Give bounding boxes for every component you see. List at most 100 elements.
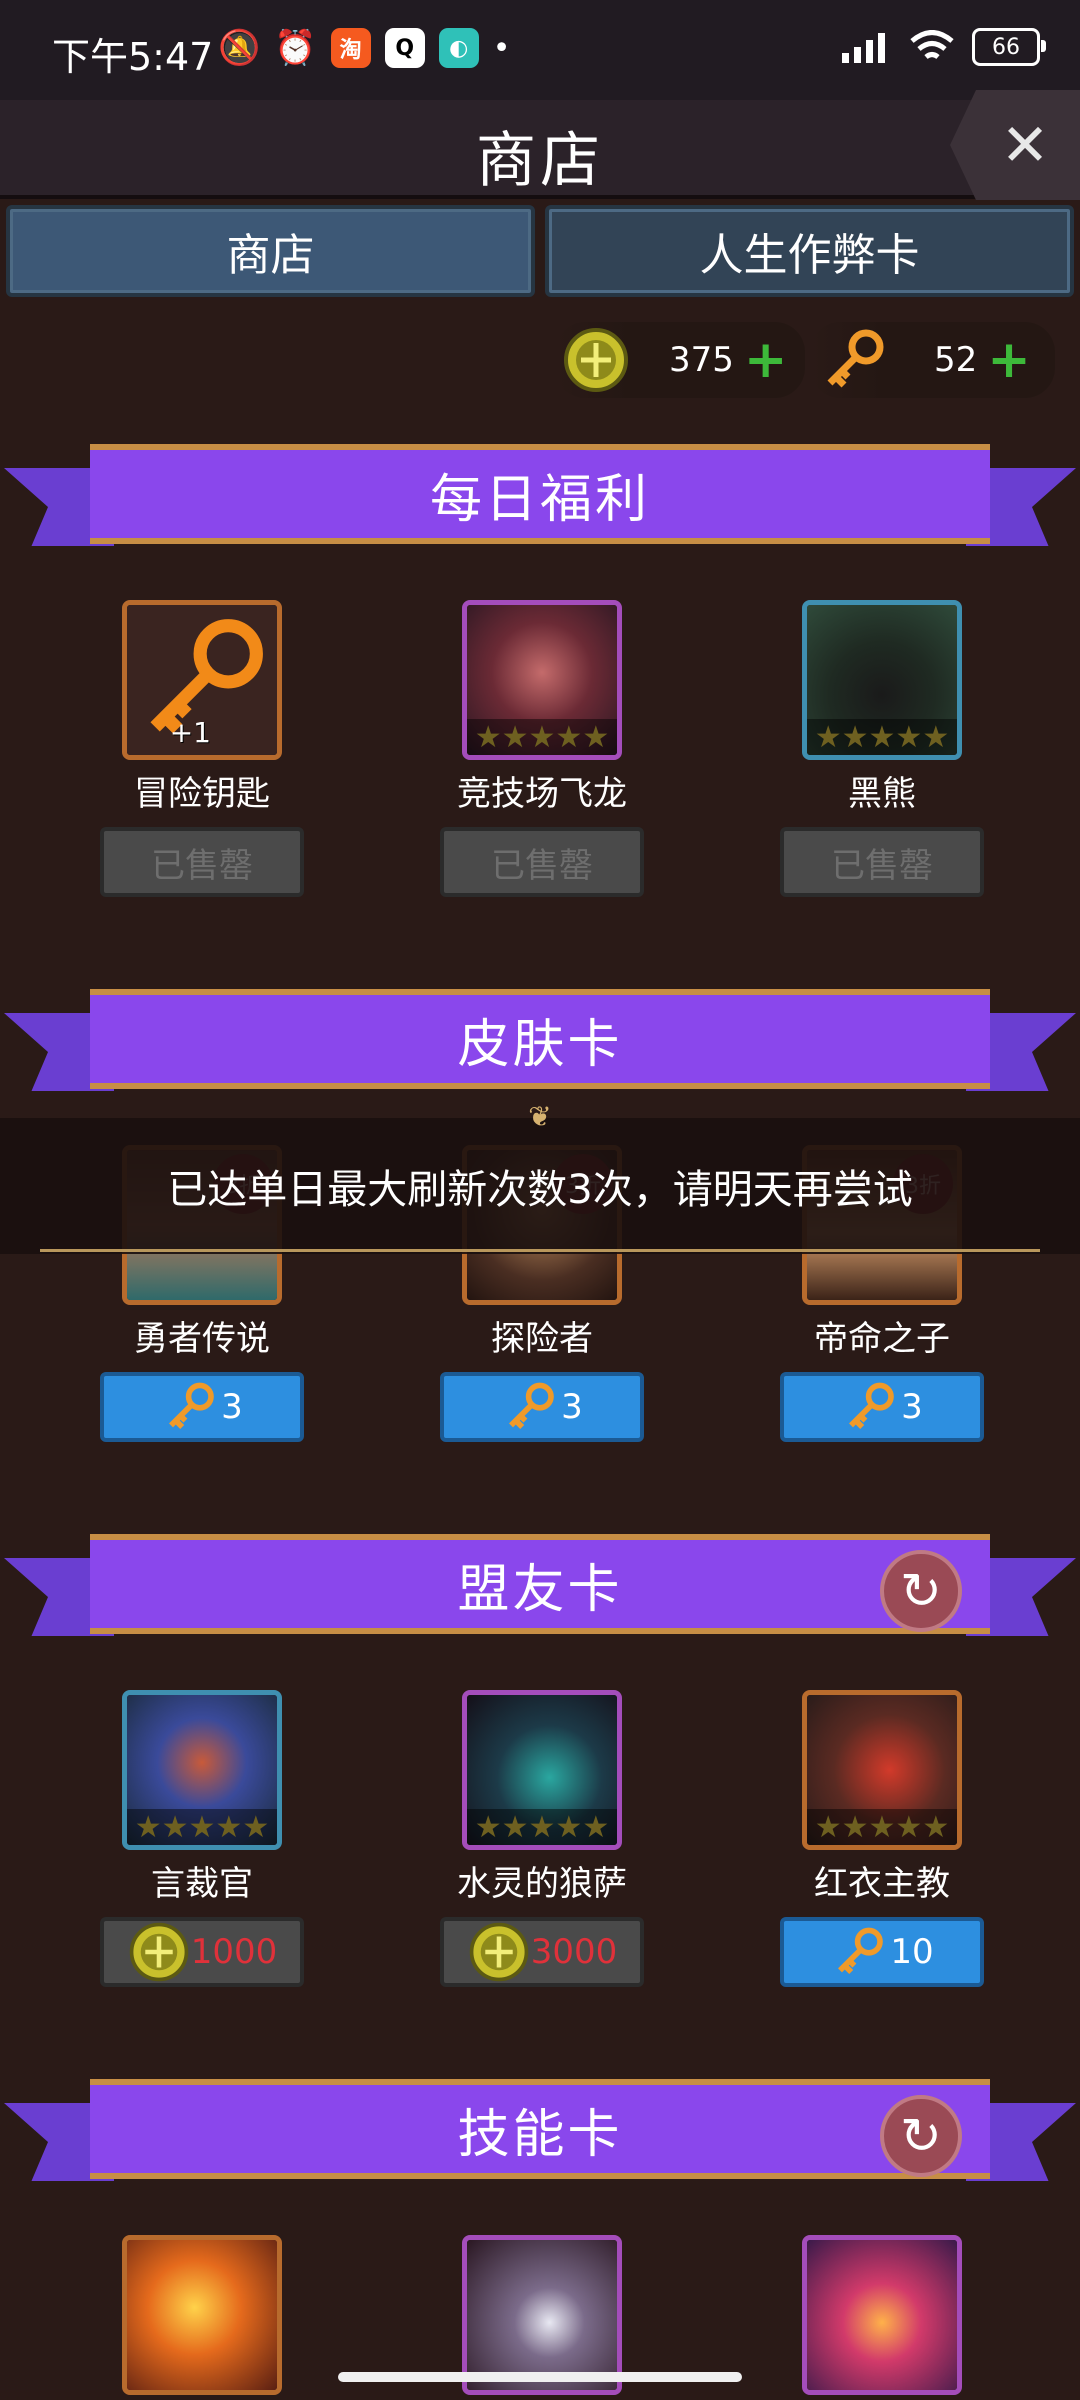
refresh-button[interactable]: ↻ <box>880 1550 962 1632</box>
shop-item-black-bear[interactable]: ★★★★★ 黑熊 已售罄 <box>777 600 987 897</box>
item-frame <box>802 2235 962 2395</box>
section-header-ally: 盟友卡 ↻ <box>0 1530 1080 1650</box>
price: 1000 <box>190 1932 278 1972</box>
item-name: 言裁官 <box>151 1864 253 1904</box>
price: 3 <box>901 1387 923 1427</box>
key-icon <box>838 1927 884 1974</box>
price: 3000 <box>530 1932 618 1972</box>
star-rating: ★★★★★ <box>807 719 957 755</box>
refresh-button[interactable]: ↻ <box>880 2095 962 2177</box>
heart-skill-icon <box>807 2240 957 2390</box>
buy-button[interactable]: 3000 <box>440 1917 644 1987</box>
item-frame <box>122 2235 282 2395</box>
status-time: 下午5:47 <box>52 35 214 79</box>
item-frame: ★★★★★ <box>122 1690 282 1850</box>
tab-cheat-cards[interactable]: 人生作弊卡 <box>545 205 1074 297</box>
item-frame: ★★★★★ <box>802 1690 962 1850</box>
mute-bell-icon: 🔕 <box>218 28 261 68</box>
page-title: 商店 <box>476 126 604 196</box>
shop-item-arena-dragon[interactable]: ★★★★★ 竞技场飞龙 已售罄 <box>437 600 647 897</box>
shop-item-adventure-key[interactable]: +1 冒险钥匙 已售罄 <box>97 600 307 897</box>
gold-coin-icon <box>129 1922 188 1982</box>
item-quantity: +1 <box>169 716 211 749</box>
item-frame: ★★★★★ <box>462 1690 622 1850</box>
sold-out-button[interactable]: 已售罄 <box>440 827 644 897</box>
key-icon <box>169 1382 214 1429</box>
buy-button[interactable]: 1000 <box>100 1917 304 1987</box>
close-icon: ✕ <box>1000 111 1050 179</box>
tab-bar: 商店 人生作弊卡 <box>6 205 1074 297</box>
buy-button[interactable]: 3 <box>440 1372 644 1442</box>
item-name: 水灵的狼萨 <box>457 1864 627 1904</box>
qq-icon: Q <box>384 28 425 68</box>
section-title-ally: 盟友卡 <box>90 1534 990 1634</box>
item-name: 红衣主教 <box>814 1864 950 1904</box>
buy-button[interactable]: 10 <box>780 1917 984 1987</box>
star-rating: ★★★★★ <box>467 1809 617 1845</box>
key-currency: 52 + <box>810 322 1055 398</box>
item-name: 冒险钥匙 <box>134 774 270 814</box>
key-value: 52 <box>934 340 978 380</box>
gesture-nav-bar[interactable] <box>338 2372 742 2382</box>
shop-item-cardinal[interactable]: ★★★★★ 红衣主教 10 <box>777 1690 987 1987</box>
key-icon <box>827 329 884 388</box>
item-frame: ★★★★★ <box>802 600 962 760</box>
status-icons: 🔕 ⏰ 淘 Q ◐ • <box>218 28 510 68</box>
shop-item-water-wolf[interactable]: ★★★★★ 水灵的狼萨 3000 <box>437 1690 647 1987</box>
section-title-skin: 皮肤卡 <box>90 989 990 1089</box>
section-title-daily: 每日福利 <box>90 444 990 544</box>
section-header-skill: 技能卡 ↻ <box>0 2075 1080 2195</box>
dot-icon: • <box>492 30 511 66</box>
item-frame <box>462 2235 622 2395</box>
wifi-icon <box>910 30 954 60</box>
close-button[interactable]: ✕ <box>950 90 1080 200</box>
star-rating: ★★★★★ <box>807 1809 957 1845</box>
price: 3 <box>561 1387 583 1427</box>
buy-button[interactable]: 3 <box>100 1372 304 1442</box>
alarm-icon: ⏰ <box>274 28 317 68</box>
star-rating: ★★★★★ <box>127 1809 277 1845</box>
gold-value: 375 <box>669 340 734 380</box>
item-name: 帝命之子 <box>814 1319 950 1359</box>
app-icon: ◐ <box>438 28 479 68</box>
toast-message: ❦ 已达单日最大刷新次数3次，请明天再尝试 <box>0 1100 1080 1254</box>
shop-item-judge[interactable]: ★★★★★ 言裁官 1000 <box>97 1690 307 1987</box>
header: 商店 ✕ <box>0 90 1080 200</box>
buy-button[interactable]: 3 <box>780 1372 984 1442</box>
shop-item-skill-1[interactable] <box>97 2235 307 2395</box>
section-title-skill: 技能卡 <box>90 2079 990 2179</box>
toast-text: 已达单日最大刷新次数3次，请明天再尝试 <box>167 1167 913 1213</box>
gold-coin-icon <box>564 328 628 392</box>
section-header-skin: 皮肤卡 <box>0 985 1080 1105</box>
battery-level: 66 <box>992 34 1020 60</box>
shop-item-skill-2[interactable] <box>437 2235 647 2395</box>
toast-ornament: ❦ <box>528 1100 552 1133</box>
gold-currency: 375 + <box>555 322 805 398</box>
item-frame: +1 <box>122 600 282 760</box>
sold-out-button[interactable]: 已售罄 <box>100 827 304 897</box>
taobao-icon: 淘 <box>330 28 371 68</box>
refresh-icon: ↻ <box>900 1562 942 1620</box>
status-bar: 下午5:47 🔕 ⏰ 淘 Q ◐ • 66 <box>0 0 1080 100</box>
price: 10 <box>890 1932 934 1972</box>
tab-shop[interactable]: 商店 <box>6 205 535 297</box>
signal-icon <box>842 33 885 63</box>
item-name: 勇者传说 <box>134 1319 270 1359</box>
add-key-button[interactable]: + <box>987 334 1031 386</box>
section-header-daily: 每日福利 <box>0 440 1080 560</box>
star-rating: ★★★★★ <box>467 719 617 755</box>
fire-skill-icon <box>127 2240 277 2390</box>
shop-item-skill-3[interactable] <box>777 2235 987 2395</box>
refresh-icon: ↻ <box>900 2107 942 2165</box>
status-right: 66 <box>840 28 1046 66</box>
key-icon <box>849 1382 894 1429</box>
sold-out-button[interactable]: 已售罄 <box>780 827 984 897</box>
item-name: 黑熊 <box>848 774 916 814</box>
battery-icon: 66 <box>972 28 1046 66</box>
item-name: 竞技场飞龙 <box>457 774 627 814</box>
gold-coin-icon <box>469 1922 528 1982</box>
add-gold-button[interactable]: + <box>744 334 788 386</box>
key-icon <box>509 1382 554 1429</box>
item-name: 探险者 <box>491 1319 593 1359</box>
price: 3 <box>221 1387 243 1427</box>
